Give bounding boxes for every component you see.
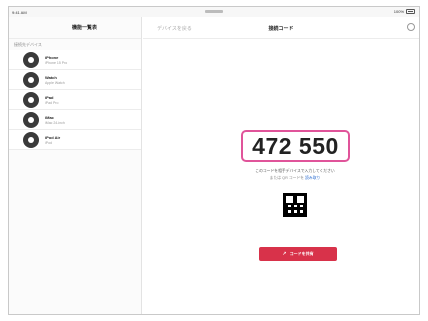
device-name: Watch xyxy=(45,74,57,80)
status-time: 9:41 AM xyxy=(12,10,27,15)
qr-code-icon xyxy=(283,193,307,217)
device-item-watch[interactable]: Watch Apple Watch xyxy=(9,70,141,90)
pairing-code: 472 550 xyxy=(252,132,339,159)
status-indicator xyxy=(205,10,223,13)
device-icon xyxy=(23,91,39,108)
device-subtitle: iPod xyxy=(45,140,53,145)
device-icon xyxy=(23,111,39,128)
scan-link[interactable]: 読み取り xyxy=(305,176,320,180)
device-item-ipod[interactable]: iPod Air iPod xyxy=(9,130,141,150)
share-button-label: コードを共有 xyxy=(289,251,314,256)
pairing-code-box: 472 550 xyxy=(241,130,350,162)
device-name: iPhone xyxy=(45,54,59,60)
device-name: iPod Air xyxy=(45,134,61,140)
main-panel: デバイスを戻る 接続コード 472 550 このコードを相手デバイスで入力してく… xyxy=(143,17,419,314)
device-subtitle: iPhone 15 Pro xyxy=(45,60,68,65)
instruction-text: このコードを相手デバイスで入力してください xyxy=(255,169,335,173)
device-subtitle: iMac 24-inch xyxy=(45,120,65,125)
share-code-button[interactable]: ↗ コードを共有 xyxy=(259,247,337,261)
device-item-iphone[interactable]: iPhone iPhone 15 Pro xyxy=(9,50,141,70)
app-window: 9:41 AM 100% 機能一覧表 接続先デバイス iPhone iPhone… xyxy=(8,6,420,315)
battery-percent: 100% xyxy=(393,9,404,14)
device-subtitle: iPad Pro xyxy=(45,100,59,105)
instruction-subtext: または QR コードを 読み取り xyxy=(225,176,365,181)
page-title: 接続コード xyxy=(268,26,294,32)
device-name: iMac xyxy=(45,114,54,120)
battery-icon xyxy=(406,9,415,14)
instruction-prefix: または QR コードを xyxy=(269,176,305,180)
device-item-imac[interactable]: iMac iMac 24-inch xyxy=(9,110,141,130)
device-item-ipad[interactable]: iPad iPad Pro xyxy=(9,90,141,110)
sidebar-title: 機能一覧表 xyxy=(9,17,141,39)
status-bar: 9:41 AM 100% xyxy=(9,7,419,17)
share-icon: ↗ xyxy=(282,250,287,257)
status-right: 100% xyxy=(394,9,415,14)
device-name: iPad xyxy=(45,94,54,100)
more-icon[interactable] xyxy=(407,23,415,31)
sidebar: 機能一覧表 接続先デバイス iPhone iPhone 15 Pro Watch… xyxy=(9,17,142,314)
device-icon xyxy=(23,71,39,88)
device-subtitle: Apple Watch xyxy=(45,80,65,85)
device-icon xyxy=(23,131,39,148)
device-icon xyxy=(23,51,39,68)
main-header: デバイスを戻る 接続コード xyxy=(143,17,419,39)
back-button[interactable]: デバイスを戻る xyxy=(157,25,192,32)
section-label: 接続先デバイス xyxy=(14,42,42,47)
